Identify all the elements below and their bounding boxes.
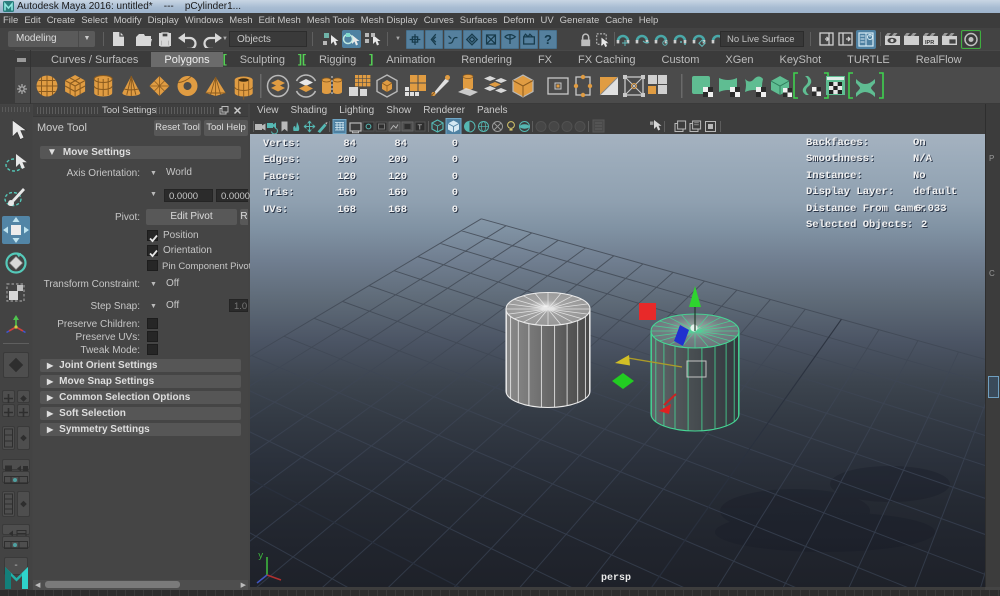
svg-text:UVs:: UVs: [263,204,288,216]
svg-text:Selected Objects:: Selected Objects: [806,219,913,231]
svg-text:On: On [913,137,926,149]
svg-text:160: 160 [388,187,407,199]
svg-text:Tris:: Tris: [263,187,295,199]
svg-text:default: default [913,186,957,198]
svg-text:168: 168 [388,204,407,216]
svg-text:200: 200 [388,154,407,166]
svg-text:persp: persp [601,573,631,584]
svg-text:84: 84 [394,138,407,150]
svg-text:84: 84 [343,138,356,150]
svg-text:Distance From Camer: Distance From Camer [806,203,926,215]
svg-text:T: T [418,123,423,132]
svg-text:0: 0 [452,138,458,150]
svg-text:Instance:: Instance: [806,170,863,182]
svg-text:Edges:: Edges: [263,154,301,166]
svg-text:2: 2 [921,219,927,231]
svg-text:Smoothness:: Smoothness: [806,153,875,165]
svg-text:No: No [913,170,926,182]
svg-text:120: 120 [337,171,356,183]
svg-text:0: 0 [452,187,458,199]
svg-text:N/A: N/A [913,153,933,165]
svg-text:Verts:: Verts: [263,138,301,150]
svg-text:120: 120 [388,171,407,183]
svg-text:0: 0 [452,204,458,216]
svg-text:0: 0 [452,154,458,166]
svg-text:6.033: 6.033 [915,203,947,215]
svg-text:Faces:: Faces: [263,171,301,183]
svg-text:160: 160 [337,187,356,199]
svg-text:Display Layer:: Display Layer: [806,186,894,198]
svg-text:168: 168 [337,204,356,216]
svg-text:200: 200 [337,154,356,166]
svg-text:IPR: IPR [925,40,934,46]
svg-text:0: 0 [452,171,458,183]
svg-text:Backfaces:: Backfaces: [806,137,869,149]
svg-text:y: y [258,551,264,561]
